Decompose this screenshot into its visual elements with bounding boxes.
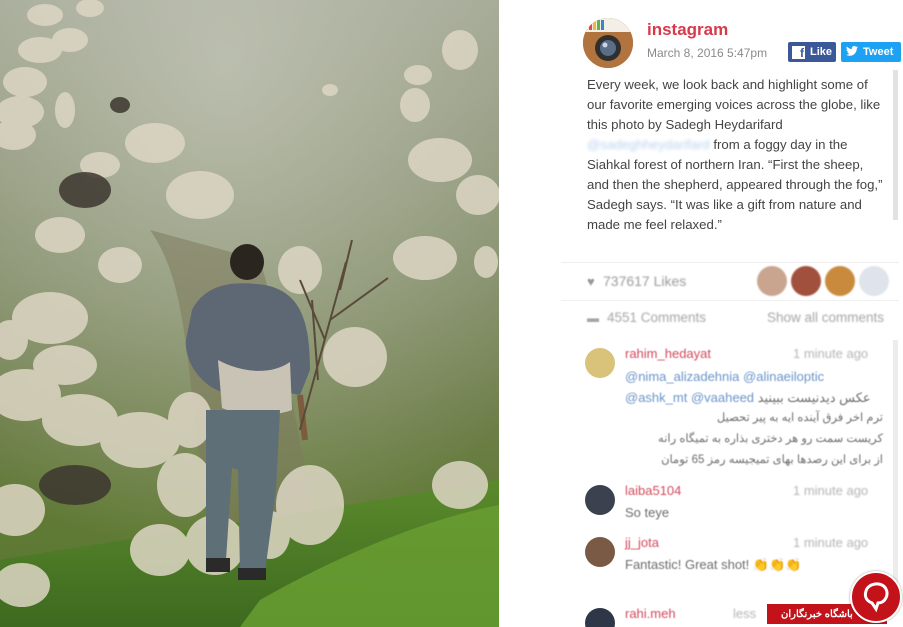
comment-mention[interactable]: @vaaheed	[691, 390, 754, 405]
comment-item: jj_jota 1 minute ago Fantastic! Great sh…	[585, 535, 897, 597]
comment-time: less	[733, 606, 757, 621]
commenter-avatar[interactable]	[585, 537, 615, 567]
liker-avatar[interactable]	[859, 266, 889, 296]
twitter-bird-icon	[846, 45, 858, 59]
comment-mention[interactable]: @ashk_mt	[625, 390, 687, 405]
comments-row: ▬ 4551 Comments Show all comments	[561, 300, 899, 334]
commenter-avatar[interactable]	[585, 348, 615, 378]
comment-mention[interactable]: @nima_alizadehnia	[625, 369, 739, 384]
comment-username[interactable]: rahim_hedayat	[625, 346, 711, 361]
liker-avatar[interactable]	[757, 266, 787, 296]
facebook-like-label: Like	[810, 46, 833, 58]
comment-bubble-icon: ▬	[587, 311, 599, 325]
comment-text: So teye	[625, 505, 670, 520]
comment-mention[interactable]: @alinaeiloptic	[743, 369, 824, 384]
caption-mention-link[interactable]: @sadeghheydarifard	[587, 137, 710, 152]
comment-item: laiba5104 1 minute ago So teye	[585, 483, 897, 527]
comment-text-line: Fantastic! Great shot! 👏👏👏	[625, 554, 801, 575]
comments-count: 4551 Comments	[607, 310, 707, 325]
comment-mentions-line1: @nima_alizadehnia @alinaeiloptic	[625, 366, 824, 387]
caption-text-start: Every week, we look back and highlight s…	[587, 77, 881, 132]
tweet-label: Tweet	[863, 46, 894, 58]
comment-text: Fantastic! Great shot!	[625, 557, 750, 572]
comment-persian-line: ترم اخر فرق آینده ایه به پیر تحصیل	[716, 412, 883, 424]
shepherd-with-sheep-image	[0, 0, 499, 627]
clap-emoji-icon: 👏👏👏	[752, 557, 802, 572]
post-timestamp: March 8, 2016 5:47pm	[647, 46, 768, 60]
caption-scrollbar[interactable]	[893, 70, 898, 220]
facebook-like-button[interactable]: f Like	[788, 42, 836, 62]
likes-count[interactable]: 737617 Likes	[603, 273, 686, 289]
liker-avatar[interactable]	[825, 266, 855, 296]
comment-time: 1 minute ago	[793, 346, 869, 361]
comment-time: 1 minute ago	[793, 535, 869, 550]
commenter-avatar[interactable]	[585, 485, 615, 515]
liker-avatar[interactable]	[791, 266, 821, 296]
facebook-icon: f	[792, 45, 805, 59]
post-photo	[0, 0, 499, 627]
comment-time: 1 minute ago	[793, 483, 869, 498]
post-info-panel: instagram March 8, 2016 5:47pm f Like Tw…	[499, 0, 903, 627]
commenter-avatar[interactable]	[585, 608, 615, 627]
comment-mentions-line2: @ashk_mt @vaaheed عکس دیدنیست ببینید	[625, 387, 871, 408]
comment-username[interactable]: rahi.meh	[625, 606, 676, 621]
likes-row: ♥ 737617 Likes	[561, 262, 899, 300]
comment-text-tail: عکس دیدنیست ببینید	[757, 390, 871, 405]
heart-icon[interactable]: ♥	[587, 274, 595, 289]
comment-username[interactable]: jj_jota	[625, 535, 659, 550]
comment-persian-line: از برای این رصدها بهای تمیجیسه رمز 65 تو…	[661, 454, 883, 466]
comment-item: rahim_hedayat 1 minute ago @nima_alizade…	[585, 346, 897, 476]
tweet-button[interactable]: Tweet	[841, 42, 901, 62]
post-username[interactable]: instagram	[647, 20, 728, 40]
instagram-logo-icon[interactable]	[583, 18, 633, 68]
post-caption: Every week, we look back and highlight s…	[587, 75, 883, 235]
show-all-comments-link[interactable]: Show all comments	[767, 310, 884, 325]
instagram-embed-screenshot: instagram March 8, 2016 5:47pm f Like Tw…	[0, 0, 903, 627]
comment-username[interactable]: laiba5104	[625, 483, 681, 498]
watermark-logo-icon	[850, 571, 902, 623]
comment-persian-line: کریست سمت رو هر دختری بذاره به تمیگاه را…	[658, 433, 883, 445]
